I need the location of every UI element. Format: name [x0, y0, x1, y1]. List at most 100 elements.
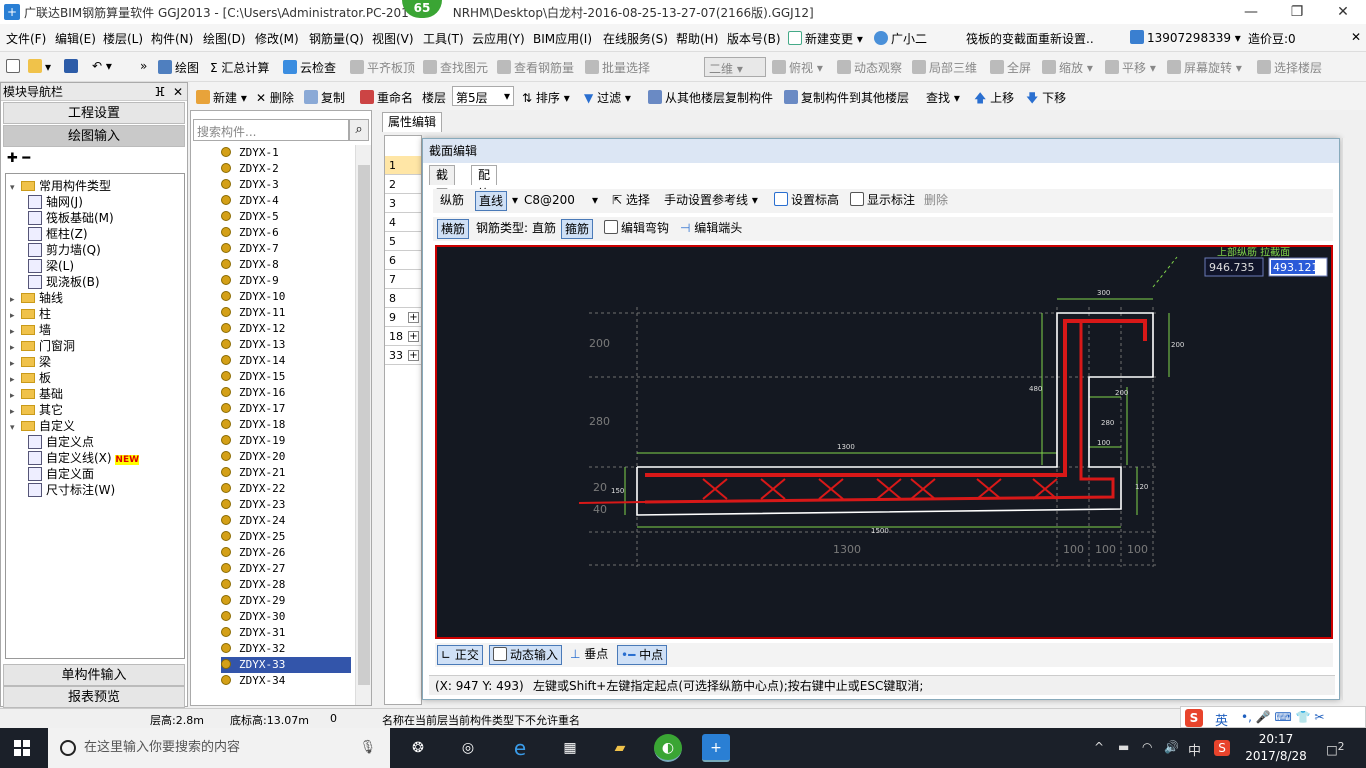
view-mode-select[interactable]: 二维 ▾ — [704, 57, 766, 77]
section-drawing-canvas[interactable]: 300 200 480 200 280 100 1300 150 120 150… — [435, 245, 1333, 639]
tree-item[interactable]: 筏板基础(M) — [28, 210, 114, 226]
component-list-item[interactable]: ZDYX-19 — [221, 433, 351, 449]
tree-item[interactable]: 自定义面 — [28, 466, 94, 482]
menu-view[interactable]: 视图(V) — [372, 30, 414, 47]
property-row[interactable]: 7 — [385, 270, 421, 289]
file-explorer-icon[interactable]: ▰ — [606, 734, 634, 762]
tree-item[interactable]: ▸ 轴线 — [10, 290, 63, 306]
microphone-icon[interactable]: 🎙 — [359, 728, 376, 768]
component-list-item[interactable]: ZDYX-27 — [221, 561, 351, 577]
floor-select[interactable]: 第5层 ▾ — [452, 86, 514, 106]
tree-item[interactable]: 现浇板(B) — [28, 274, 100, 290]
perpendicular-snap-button[interactable]: ⊥ 垂点 — [567, 645, 611, 665]
rotate-screen-button[interactable]: 屏幕旋转 ▾ — [1167, 59, 1242, 76]
save-icon[interactable] — [64, 59, 81, 74]
notice-link[interactable]: 筏板的变截面重新设置.. — [966, 30, 1094, 47]
orbit-button[interactable]: 动态观察 — [837, 59, 902, 76]
ime-tools[interactable]: •, 🎤 ⌨ 👕 ✂ — [1241, 710, 1324, 724]
coord-y-input[interactable]: 493.121 — [1273, 261, 1319, 274]
property-row[interactable]: 5 — [385, 232, 421, 251]
menu-draw[interactable]: 绘图(D) — [203, 30, 246, 47]
search-component-input[interactable]: 搜索构件... — [193, 119, 349, 141]
maximize-button[interactable]: ❐ — [1274, 0, 1320, 24]
select-button[interactable]: ⇱ 选择 — [609, 191, 653, 211]
property-row[interactable]: 4 — [385, 213, 421, 232]
local-3d-button[interactable]: 局部三维 — [912, 59, 977, 76]
minimize-button[interactable]: — — [1228, 0, 1274, 24]
menu-bim[interactable]: BIM应用(I) — [533, 30, 592, 47]
component-list-item[interactable]: ZDYX-28 — [221, 577, 351, 593]
tree-item[interactable]: ▸ 梁 — [10, 354, 51, 370]
open-file-icon[interactable]: ▾ — [28, 59, 51, 74]
menu-edit[interactable]: 编辑(E) — [55, 30, 96, 47]
show-dimension-button[interactable]: 显示标注 — [847, 191, 918, 211]
component-list-item[interactable]: ZDYX-34 — [221, 673, 351, 689]
property-edit-tab[interactable]: 属性编辑 — [382, 112, 442, 132]
ime-indicator[interactable]: 中 — [1188, 740, 1201, 759]
tree-item[interactable]: 剪力墙(Q) — [28, 242, 101, 258]
component-list-item[interactable]: ZDYX-16 — [221, 385, 351, 401]
single-component-input-button[interactable]: 单构件输入 — [3, 664, 185, 686]
tree-item[interactable]: ▸ 墙 — [10, 322, 51, 338]
component-list-item[interactable]: ZDYX-3 — [221, 177, 351, 193]
property-row[interactable]: 18 + — [385, 327, 421, 346]
component-list-item[interactable]: ZDYX-14 — [221, 353, 351, 369]
line-button[interactable]: 直线 — [475, 191, 508, 211]
rename-button[interactable]: 重命名 — [360, 89, 413, 106]
component-list-item[interactable]: ZDYX-21 — [221, 465, 351, 481]
task-view-icon[interactable]: ❂ — [404, 734, 432, 762]
menu-tools[interactable]: 工具(T) — [423, 30, 464, 47]
search-icon[interactable]: ⌕ — [349, 119, 369, 141]
tree-item[interactable]: 框柱(Z) — [28, 226, 88, 242]
property-row[interactable]: 6 — [385, 251, 421, 270]
pin-icon[interactable]: ⴼ — [155, 83, 166, 101]
property-row[interactable]: 9 + — [385, 308, 421, 327]
drawing-input-button[interactable]: 绘图输入 — [3, 125, 185, 147]
component-list-item[interactable]: ZDYX-33 — [221, 657, 351, 673]
windows-start-icon[interactable] — [14, 740, 30, 756]
menu-component[interactable]: 构件(N) — [151, 30, 193, 47]
tree-item[interactable]: ▸ 门窗洞 — [10, 338, 75, 354]
tree-item[interactable]: 自定义线(X) NEW — [28, 450, 140, 466]
tree-item[interactable]: ▸ 其它 — [10, 402, 63, 418]
component-list-item[interactable]: ZDYX-11 — [221, 305, 351, 321]
menu-help[interactable]: 帮助(H) — [676, 30, 718, 47]
new-file-icon[interactable] — [6, 59, 23, 74]
menu-close-icon[interactable]: ✕ — [1351, 30, 1361, 44]
transverse-button[interactable]: 横筋 — [437, 219, 470, 239]
close-button[interactable]: ✕ — [1320, 0, 1366, 24]
tree-item[interactable]: 自定义点 — [28, 434, 94, 450]
component-list-item[interactable]: ZDYX-24 — [221, 513, 351, 529]
component-list-item[interactable]: ZDYX-25 — [221, 529, 351, 545]
delete-component-button[interactable]: ✕ 删除 — [256, 89, 294, 106]
top-view-button[interactable]: 俯视 ▾ — [772, 59, 823, 76]
tray-app-icon[interactable]: ▬ — [1118, 740, 1129, 754]
copy-component-button[interactable]: 复制 — [304, 89, 345, 106]
system-clock[interactable]: 20:17 2017/8/28 — [1244, 731, 1308, 765]
project-settings-button[interactable]: 工程设置 — [3, 102, 185, 124]
tray-expand-icon[interactable]: ^ — [1094, 740, 1104, 754]
panel-close-icon[interactable]: ✕ — [173, 83, 183, 101]
taskbar-search-input[interactable]: 在这里输入你要搜索的内容 🎙 — [48, 728, 390, 768]
volume-icon[interactable]: 🔊 — [1164, 740, 1179, 754]
stirrup-button[interactable]: 箍筋 — [561, 219, 594, 239]
undo-icon[interactable]: ↶ ▾ — [92, 59, 112, 73]
menu-file[interactable]: 文件(F) — [6, 30, 46, 47]
main-vertical-scrollbar[interactable] — [1342, 138, 1358, 700]
menu-cloud[interactable]: 云应用(Y) — [472, 30, 525, 47]
menu-floor[interactable]: 楼层(L) — [103, 30, 143, 47]
component-list-scrollbar[interactable] — [355, 145, 371, 705]
property-row[interactable]: 3 — [385, 194, 421, 213]
sogou-tray-icon[interactable]: S — [1214, 740, 1230, 756]
pan-button[interactable]: 平移 ▾ — [1105, 59, 1156, 76]
expand-icon[interactable]: + — [408, 350, 419, 361]
section-drawing[interactable]: 300 200 480 200 280 100 1300 150 120 150… — [437, 247, 1331, 637]
menu-rebar-qty[interactable]: 钢筋量(Q) — [309, 30, 364, 47]
guang-xiaoer-menu[interactable]: 广小二 — [874, 30, 927, 47]
cloud-check-button[interactable]: 云检查 — [283, 59, 336, 76]
component-list-item[interactable]: ZDYX-26 — [221, 545, 351, 561]
component-list-item[interactable]: ZDYX-9 — [221, 273, 351, 289]
ggj-app-icon[interactable]: + — [702, 734, 730, 762]
component-list-item[interactable]: ZDYX-5 — [221, 209, 351, 225]
batch-select-button[interactable]: 批量选择 — [585, 59, 650, 76]
